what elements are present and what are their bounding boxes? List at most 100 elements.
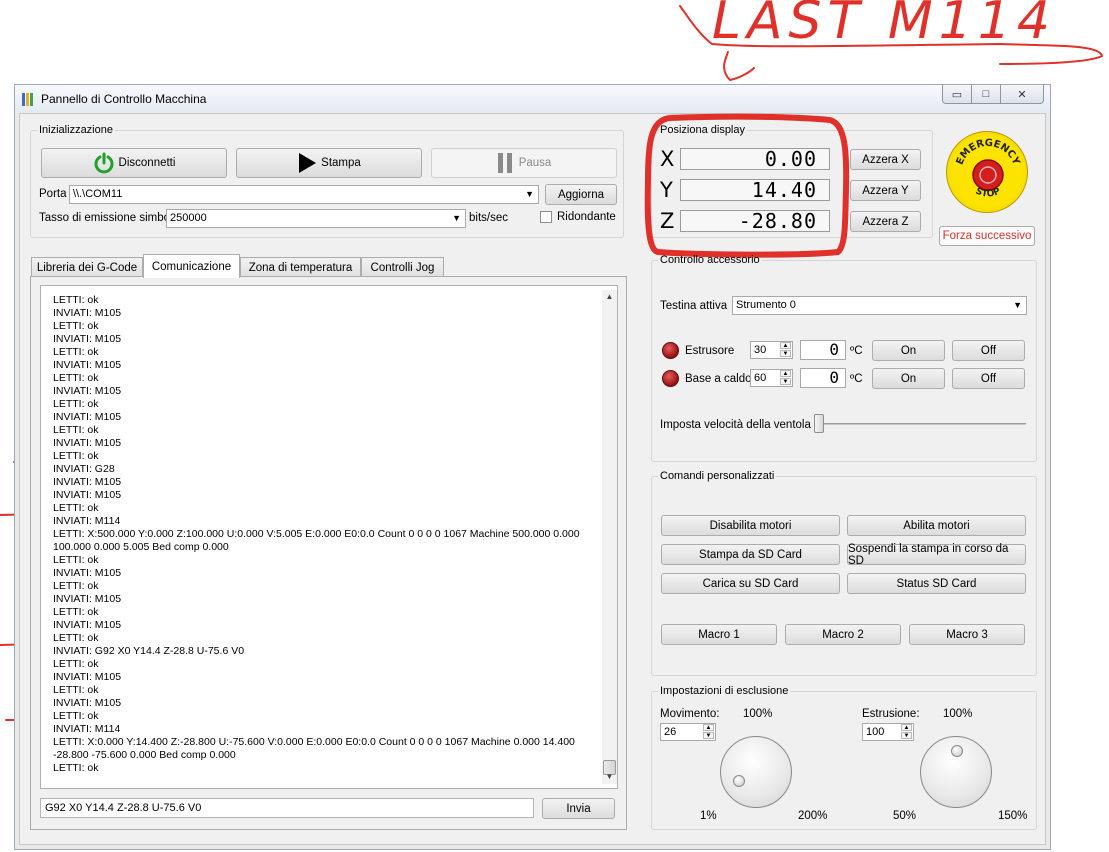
- button-label: Disabilita motori: [709, 519, 792, 532]
- baud-unit: bits/sec: [469, 212, 508, 224]
- baud-select[interactable]: 250000 ▼: [166, 209, 466, 228]
- extrusion-min: 50%: [893, 810, 917, 822]
- force-next-button[interactable]: Forza successivo: [939, 226, 1035, 246]
- zero-x-button[interactable]: Azzera X: [850, 149, 921, 170]
- port-value: \\.\COM11: [73, 188, 123, 200]
- log-line: INVIATI: G28: [53, 463, 115, 475]
- movement-spinbox[interactable]: 26 ▲ ▼: [660, 723, 716, 741]
- tab-gcode-library[interactable]: Libreria dei G-Code: [31, 257, 143, 277]
- port-select[interactable]: \\.\COM11 ▼: [69, 185, 539, 204]
- tab-communication[interactable]: Comunicazione: [143, 254, 240, 278]
- movement-dial-knob[interactable]: [733, 775, 745, 787]
- refresh-label: Aggiorna: [557, 188, 605, 201]
- log-line: INVIATI: M105: [53, 593, 122, 605]
- log-line: LETTI: ok: [53, 502, 99, 514]
- log-line: INVIATI: M105: [53, 476, 122, 488]
- emergency-stop-button[interactable]: EMERGENCY STOP: [946, 131, 1028, 213]
- log-scrollbar[interactable]: ▲ ▼: [602, 290, 617, 784]
- init-legend: Inizializzazione: [39, 124, 113, 136]
- bed-unit: ºC: [850, 373, 863, 385]
- off-label: Off: [980, 344, 997, 357]
- log-line: LETTI: ok: [53, 320, 99, 332]
- maximize-button[interactable]: □: [971, 85, 1001, 104]
- close-button[interactable]: ✕: [1000, 85, 1044, 104]
- extruder-setpoint[interactable]: 30 ▲ ▼: [750, 341, 793, 359]
- maximize-icon: □: [982, 88, 990, 100]
- upload-to-sd-button[interactable]: Carica su SD Card: [661, 573, 840, 594]
- macro-3-button[interactable]: Macro 3: [909, 624, 1025, 645]
- bed-setpoint-value: 60: [754, 372, 767, 384]
- log-line: INVIATI: M105: [53, 619, 122, 631]
- zero-z-button[interactable]: Azzera Z: [850, 211, 921, 232]
- movement-dial[interactable]: [720, 736, 792, 808]
- spin-up-icon[interactable]: ▲: [703, 724, 714, 731]
- fan-slider-handle[interactable]: [814, 414, 824, 433]
- log-line: LETTI: ok: [53, 294, 99, 306]
- custom-legend: Comandi personalizzati: [660, 470, 775, 482]
- log-line: LETTI: ok: [53, 554, 99, 566]
- extruder-off-button[interactable]: Off: [952, 340, 1025, 361]
- tab-label: Comunicazione: [151, 260, 232, 273]
- emergency-stop-icon: EMERGENCY STOP: [955, 138, 1022, 200]
- minimize-button[interactable]: ▭: [942, 85, 972, 104]
- extruder-on-button[interactable]: On: [872, 340, 945, 361]
- refresh-button[interactable]: Aggiorna: [545, 184, 617, 205]
- window-title: Pannello di Controllo Macchina: [41, 92, 207, 106]
- zero-y-button[interactable]: Azzera Y: [850, 180, 921, 201]
- disconnect-button[interactable]: Disconnetti: [41, 148, 227, 178]
- button-label: Sospendi la stampa in corso da SD: [848, 542, 1009, 567]
- bed-on-button[interactable]: On: [872, 368, 945, 389]
- dropdown-arrow-icon: ▼: [525, 189, 534, 199]
- bed-setpoint[interactable]: 60 ▲ ▼: [750, 369, 793, 387]
- suspend-sd-print-button[interactable]: Sospendi la stampa in corso da SD: [847, 542, 1026, 567]
- macro-1-button[interactable]: Macro 1: [661, 624, 777, 645]
- send-button[interactable]: Invia: [542, 798, 615, 819]
- spin-down-icon[interactable]: ▼: [901, 732, 912, 739]
- power-icon: [94, 152, 113, 174]
- log-line: INVIATI: M105: [53, 359, 122, 371]
- movement-percent: 100%: [743, 708, 773, 720]
- tool-label: Testina attiva: [660, 300, 728, 312]
- tab-label: Zona di temperatura: [248, 261, 353, 274]
- pause-button[interactable]: Pausa: [431, 148, 617, 178]
- redundant-checkbox[interactable]: [540, 211, 552, 223]
- fan-label: Imposta velocità della ventola: [660, 419, 811, 431]
- enable-motors-button[interactable]: Abilita motori: [847, 515, 1026, 536]
- macro-2-button[interactable]: Macro 2: [785, 624, 901, 645]
- disable-motors-button[interactable]: Disabilita motori: [661, 515, 840, 536]
- sd-status-button[interactable]: Status SD Card: [847, 573, 1026, 594]
- log-line: LETTI: X:500.000 Y:0.000 Z:100.000 U:0.0…: [53, 528, 583, 553]
- scroll-down-icon[interactable]: ▼: [602, 770, 617, 784]
- bed-off-button[interactable]: Off: [952, 368, 1025, 389]
- button-label: Stampa da SD Card: [699, 548, 802, 561]
- spin-down-icon[interactable]: ▼: [780, 378, 791, 385]
- tab-jog-controls[interactable]: Controlli Jog: [361, 257, 444, 277]
- dropdown-arrow-icon: ▼: [1013, 300, 1022, 310]
- movement-min: 1%: [700, 810, 717, 822]
- print-button[interactable]: Stampa: [236, 148, 422, 178]
- fan-slider-track[interactable]: [820, 423, 1026, 425]
- spin-up-icon[interactable]: ▲: [780, 370, 791, 377]
- tab-temperature[interactable]: Zona di temperatura: [240, 257, 361, 277]
- log-line: LETTI: X:0.000 Y:14.400 Z:-28.800 U:-75.…: [53, 736, 578, 761]
- extrusion-dial[interactable]: [920, 736, 992, 808]
- play-icon: [299, 153, 317, 173]
- log-area[interactable]: LETTI: ok INVIATI: M105 LETTI: ok INVIATI: …: [40, 285, 618, 789]
- log-line: LETTI: ok: [53, 424, 99, 436]
- extruder-setpoint-value: 30: [754, 344, 767, 356]
- movement-max: 200%: [798, 810, 828, 822]
- log-line: INVIATI: M105: [53, 437, 122, 449]
- tool-select[interactable]: Strumento 0 ▼: [732, 296, 1027, 315]
- spin-up-icon[interactable]: ▲: [780, 342, 791, 349]
- extrusion-spinbox[interactable]: 100 ▲ ▼: [862, 723, 914, 741]
- extrusion-percent: 100%: [943, 708, 973, 720]
- command-input[interactable]: G92 X0 Y14.4 Z-28.8 U-75.6 V0: [40, 798, 534, 818]
- extrusion-dial-knob[interactable]: [951, 745, 963, 757]
- title-bar: Pannello di Controllo Macchina ▭ □ ✕: [15, 85, 1050, 113]
- log-line: INVIATI: M105: [53, 697, 122, 709]
- spin-down-icon[interactable]: ▼: [703, 732, 714, 739]
- spin-down-icon[interactable]: ▼: [780, 350, 791, 357]
- spin-up-icon[interactable]: ▲: [901, 724, 912, 731]
- scroll-up-icon[interactable]: ▲: [602, 290, 617, 304]
- print-from-sd-button[interactable]: Stampa da SD Card: [661, 544, 840, 565]
